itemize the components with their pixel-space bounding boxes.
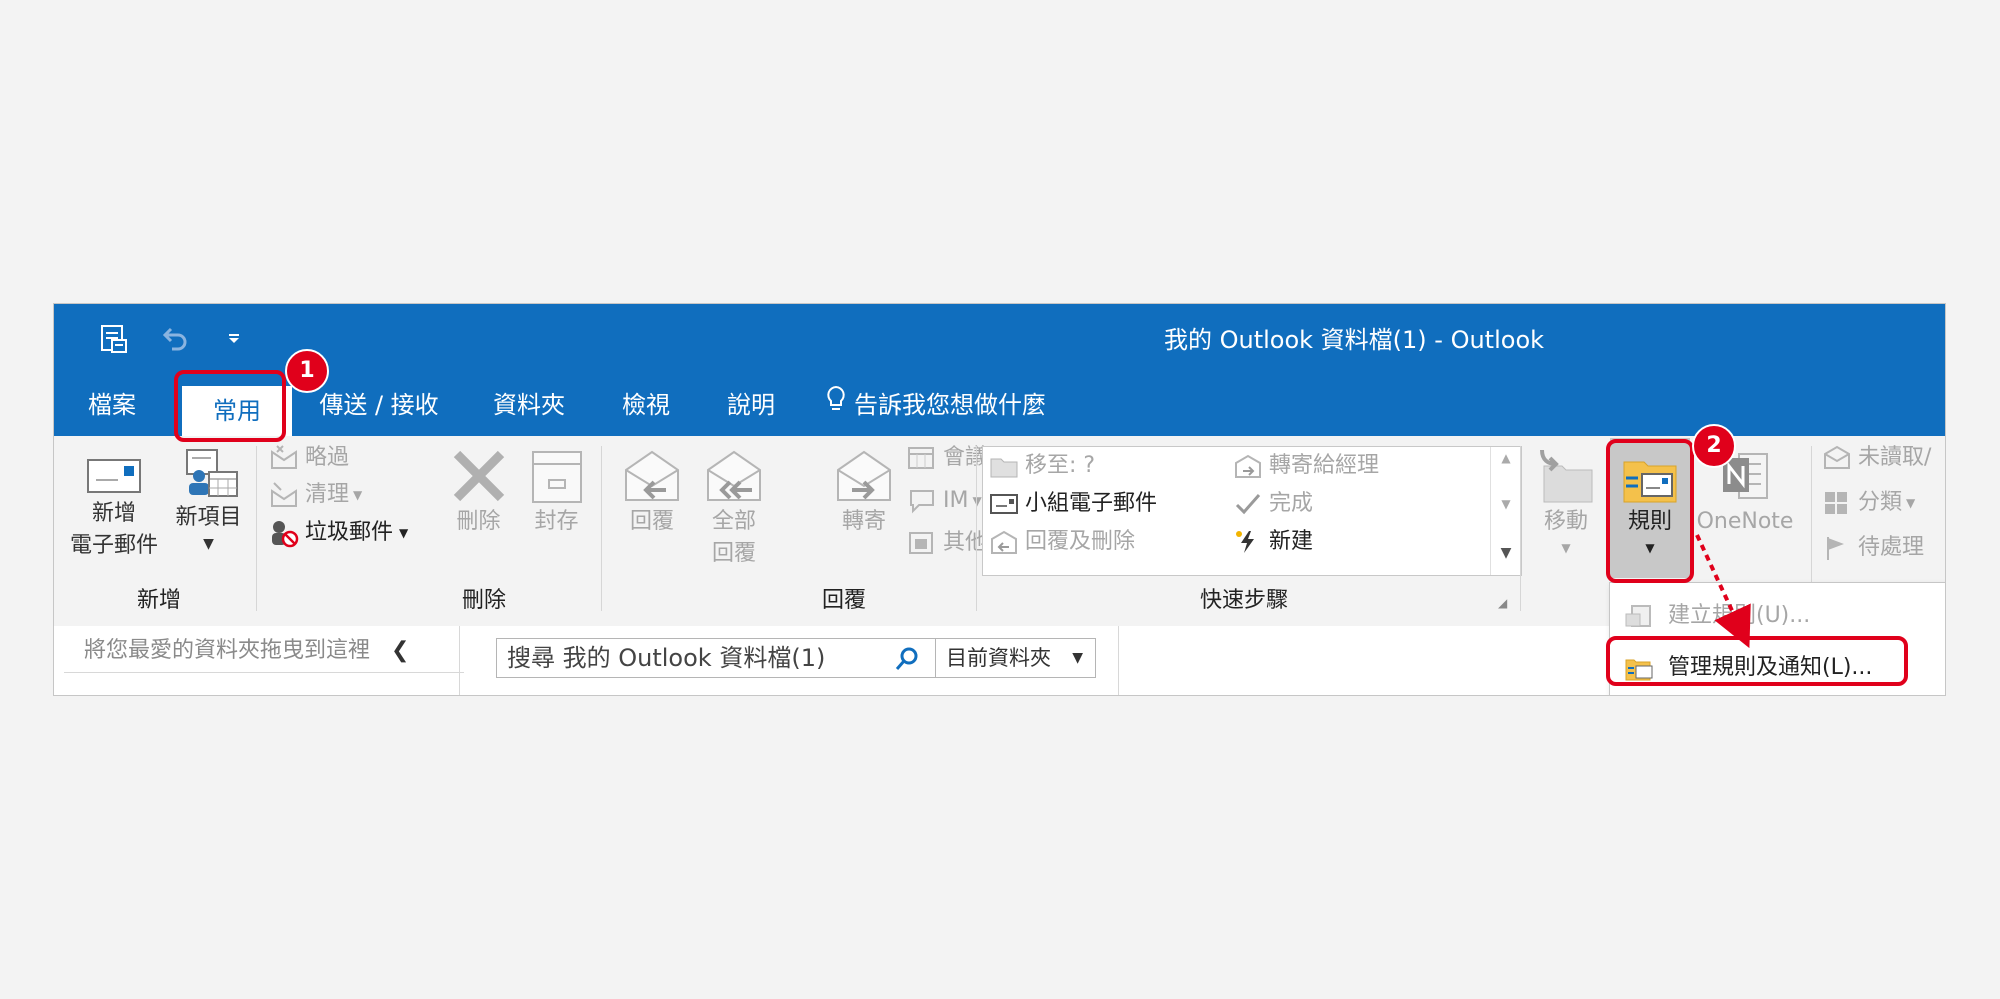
step-arrow [1695,534,1751,649]
